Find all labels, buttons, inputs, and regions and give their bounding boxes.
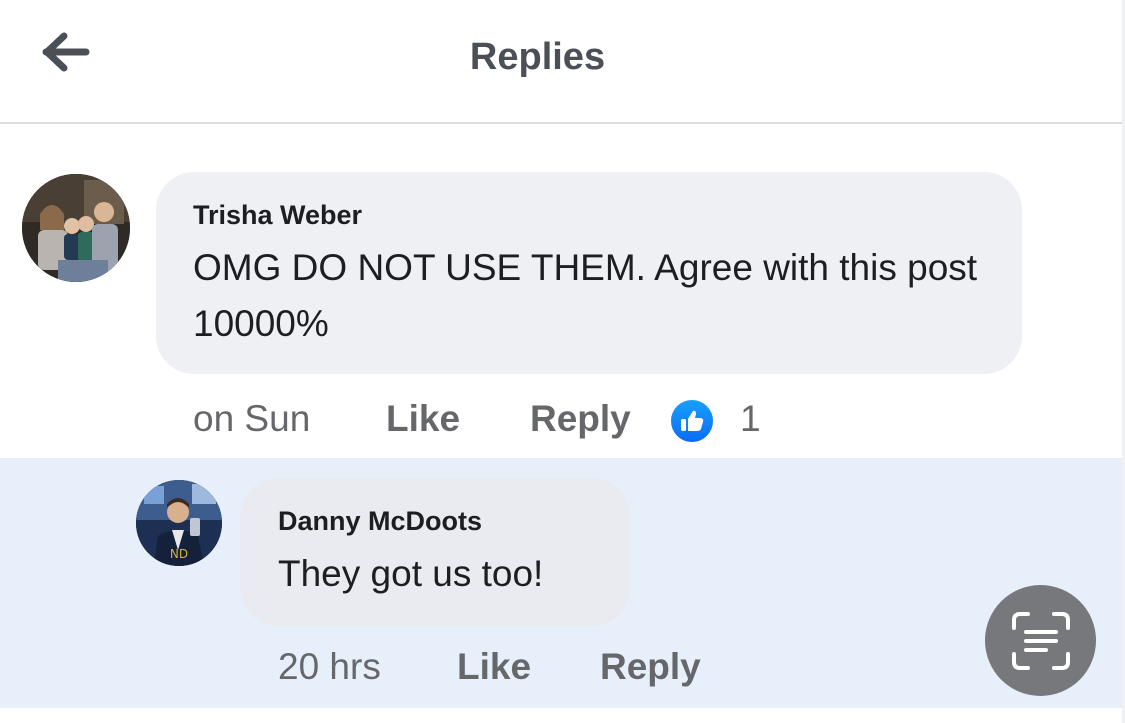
svg-text:ND: ND — [170, 547, 188, 561]
bottom-divider — [0, 708, 1125, 723]
thumbs-up-icon — [681, 410, 704, 431]
reply-button[interactable]: Reply — [600, 646, 701, 688]
scan-text-icon — [1011, 611, 1070, 670]
reaction-badge[interactable] — [668, 397, 716, 445]
avatar[interactable] — [22, 174, 130, 282]
reply-button[interactable]: Reply — [530, 398, 631, 440]
header-bar: Replies — [0, 0, 1125, 124]
reply-author[interactable]: Danny McDoots — [278, 506, 482, 537]
avatar[interactable]: ND — [136, 480, 222, 566]
page-title: Replies — [469, 36, 606, 78]
like-button[interactable]: Like — [386, 398, 460, 440]
comment-timestamp[interactable]: on Sun — [193, 398, 310, 440]
reply-timestamp[interactable]: 20 hrs — [278, 646, 381, 688]
comment-author[interactable]: Trisha Weber — [193, 200, 362, 231]
reaction-count[interactable]: 1 — [740, 398, 761, 440]
replies-screen: Replies Trisha Weber OMG DO NOT USE THEM… — [0, 0, 1125, 723]
comment-text: OMG DO NOT USE THEM. Agree with this pos… — [193, 247, 978, 344]
reply-text: They got us too! — [278, 553, 544, 594]
like-button[interactable]: Like — [457, 646, 531, 688]
scan-text-button[interactable] — [985, 585, 1096, 696]
